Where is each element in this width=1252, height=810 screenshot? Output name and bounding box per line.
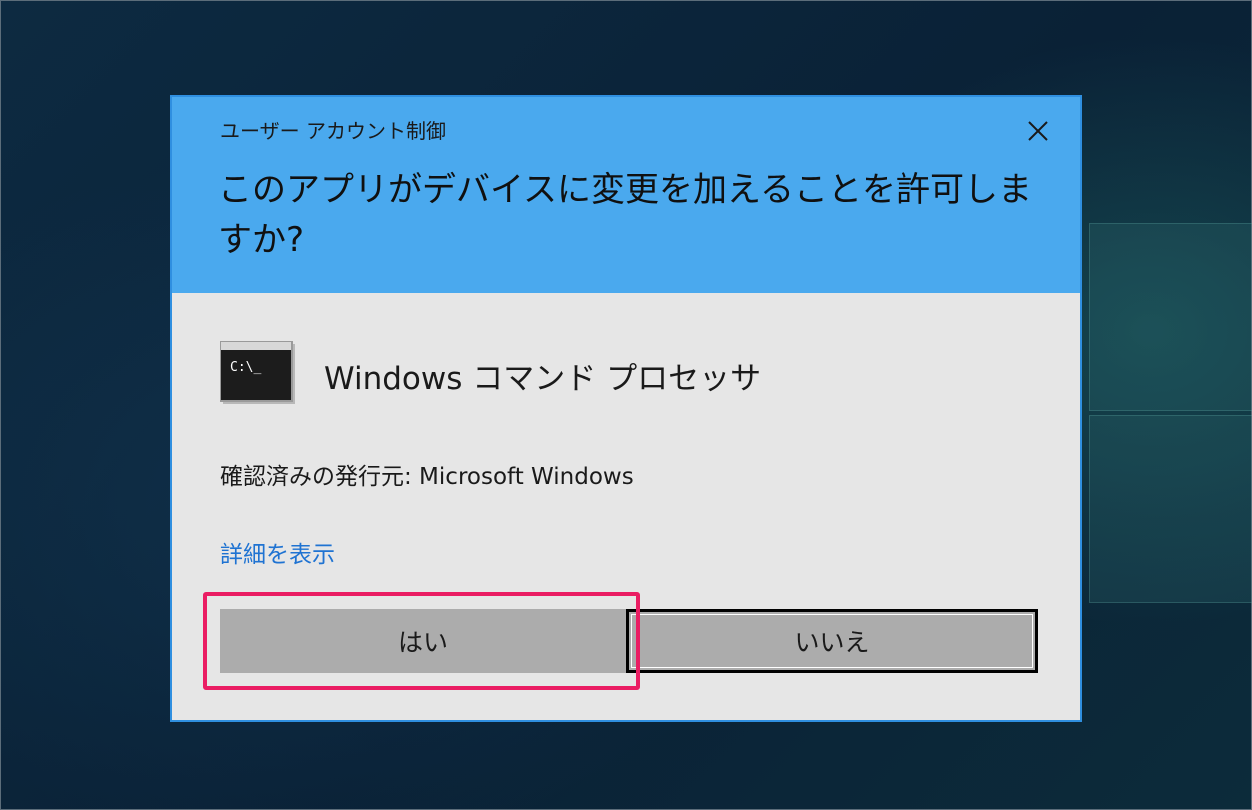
permission-question: このアプリがデバイスに変更を加えることを許可しますか? [218, 170, 1032, 260]
dialog-header: ユーザー アカウント制御 このアプリがデバイスに変更を加えることを許可しますか? [172, 97, 1080, 293]
app-name: Windows コマンド プロセッサ [324, 361, 762, 397]
uac-dialog: ユーザー アカウント制御 このアプリがデバイスに変更を加えることを許可しますか?… [170, 95, 1082, 722]
close-icon [1028, 121, 1048, 141]
windows-logo-pane [1089, 415, 1252, 603]
yes-button[interactable]: はい [220, 609, 626, 673]
dialog-title: ユーザー アカウント制御 [220, 119, 446, 143]
publisher-info: 確認済みの発行元: Microsoft Windows [220, 464, 634, 490]
no-button[interactable]: いいえ [626, 609, 1038, 673]
show-details-link[interactable]: 詳細を表示 [220, 535, 335, 569]
yes-button-label: はい [397, 628, 448, 657]
windows-logo-pane [1089, 223, 1252, 411]
close-button[interactable] [1018, 111, 1058, 151]
no-button-label: いいえ [794, 628, 870, 657]
svg-text:C:\_: C:\_ [230, 360, 261, 375]
command-prompt-icon: C:\_ [219, 340, 296, 405]
